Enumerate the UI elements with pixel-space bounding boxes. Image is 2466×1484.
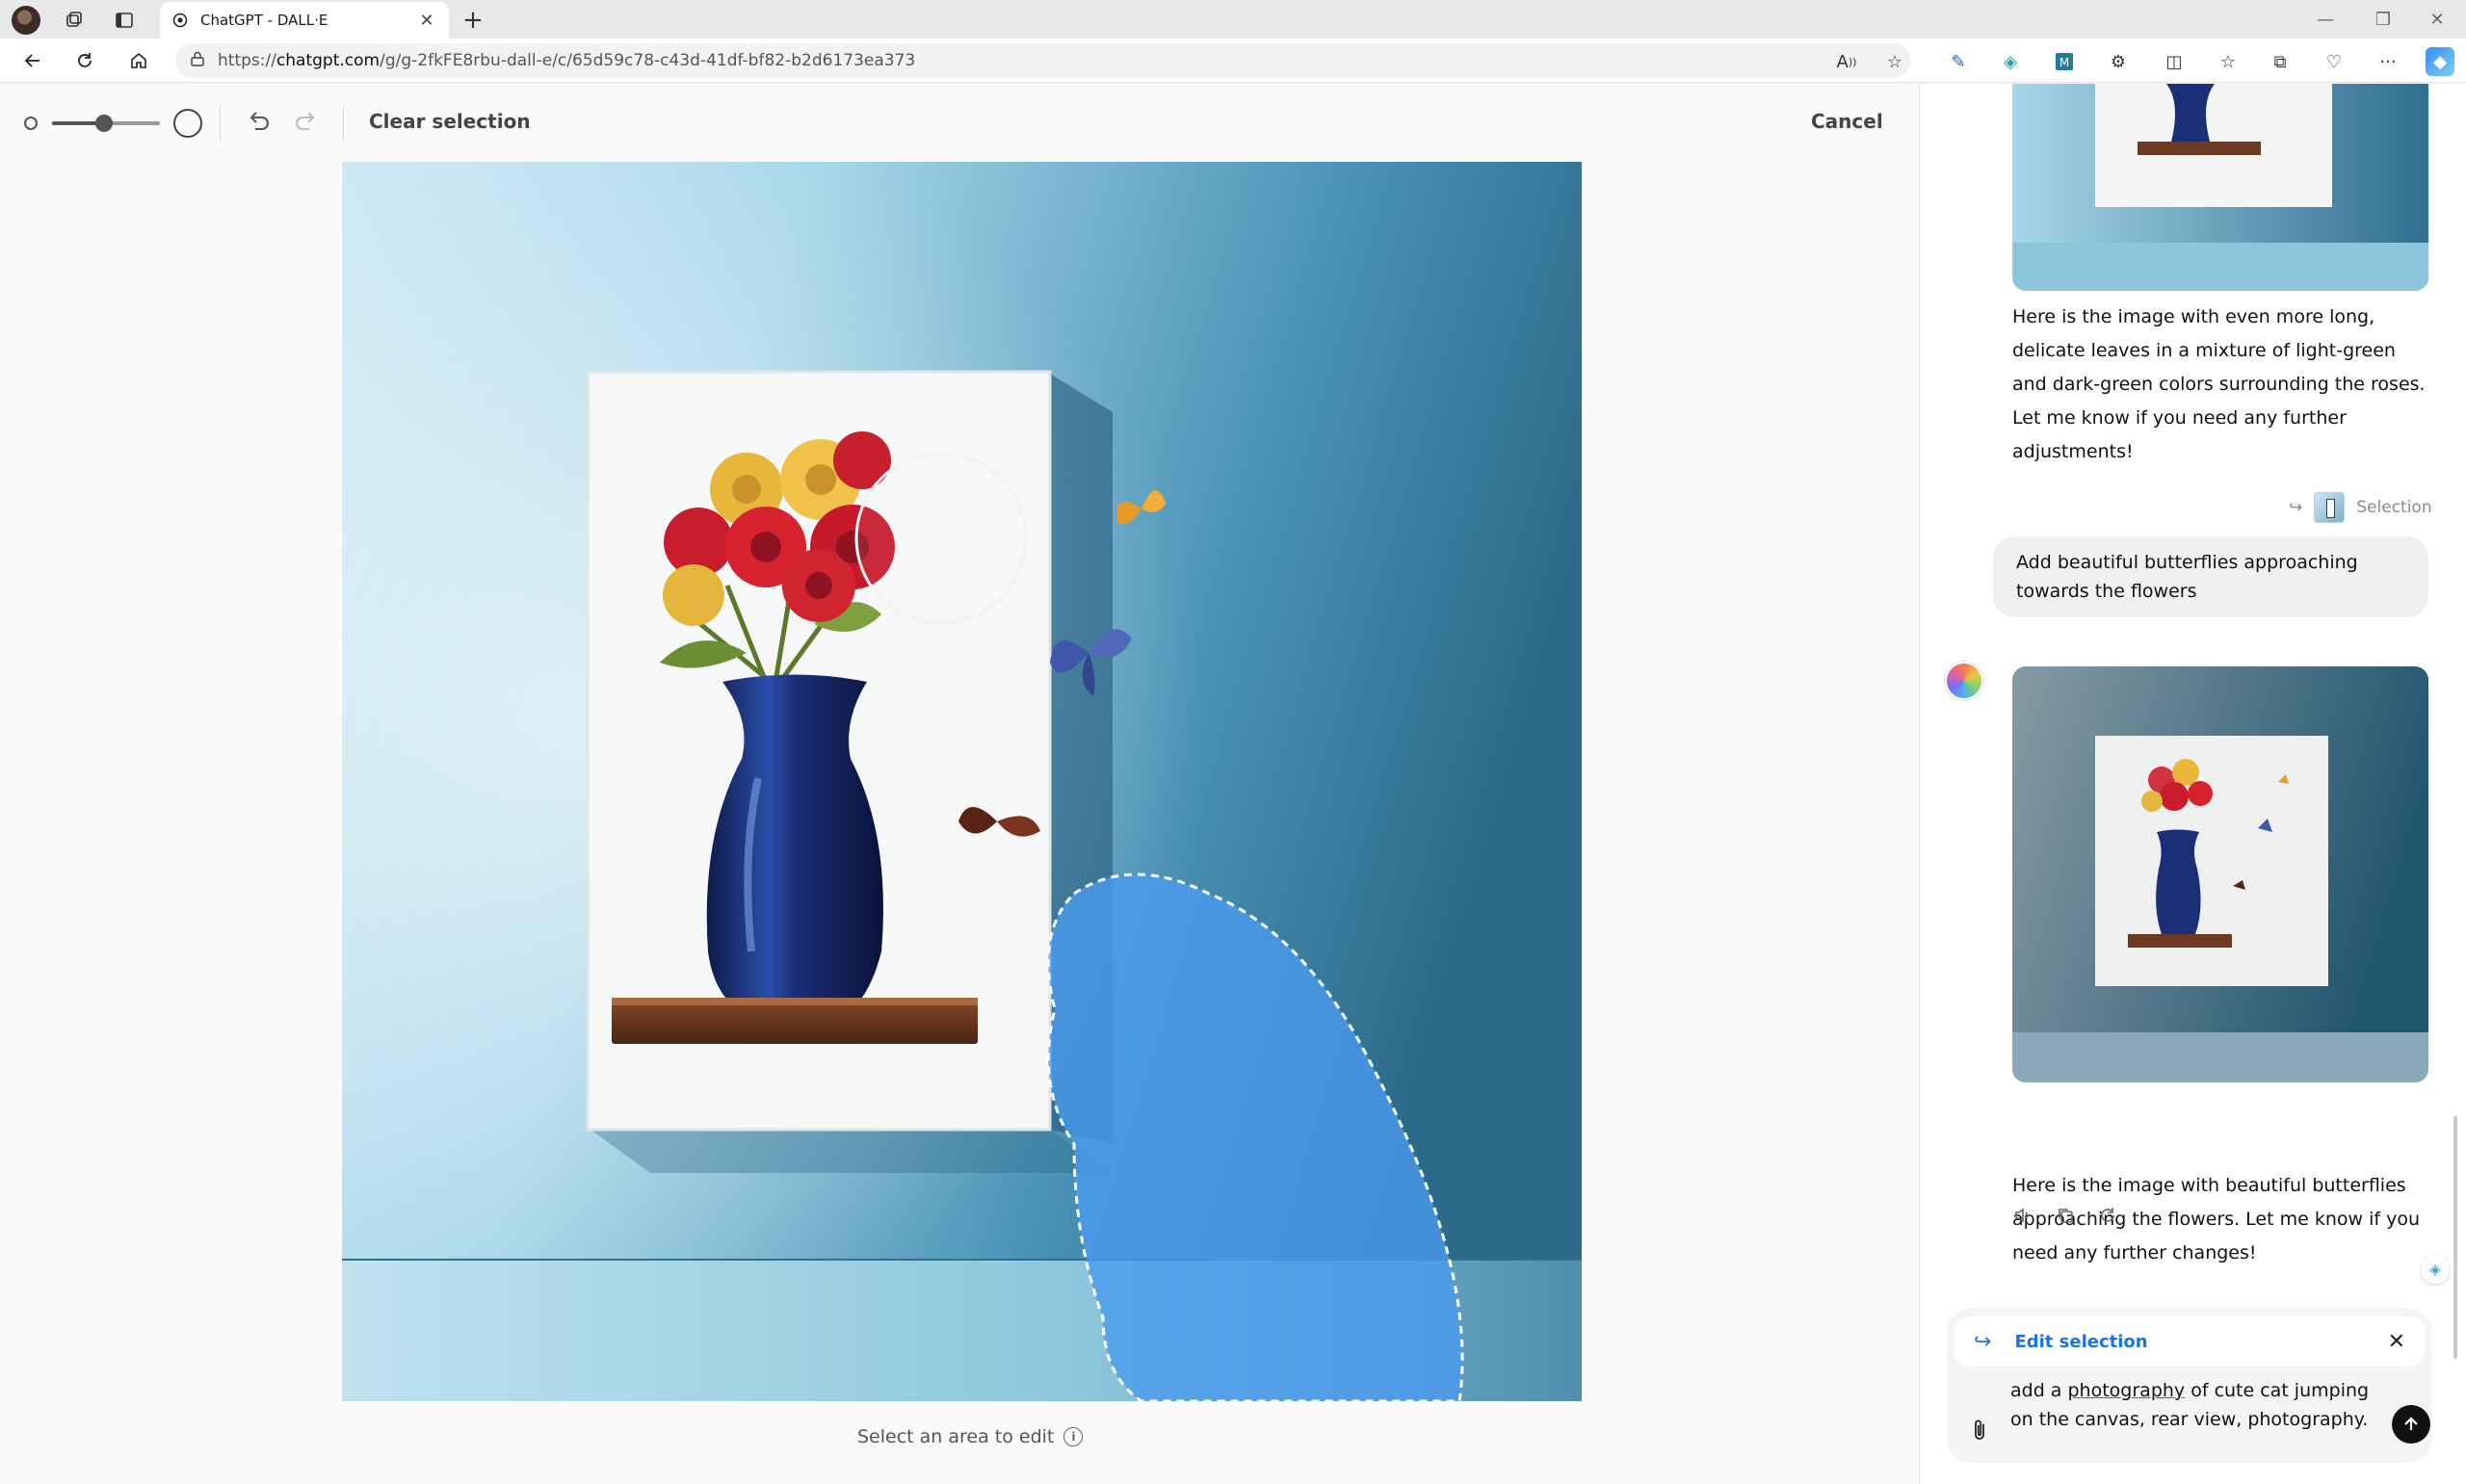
health-icon[interactable]: ♡ [2320,47,2348,76]
clear-selection-button[interactable]: Clear selection [369,110,531,133]
editor-hint: Select an area to edit i [857,1426,1084,1447]
send-button[interactable] [2392,1405,2430,1444]
hint-text: Select an area to edit [857,1426,1055,1447]
favorite-star-icon[interactable]: ☆ [1880,47,1909,76]
image-editor: Clear selection Cancel Select an area to… [0,84,1919,1484]
reply-arrow-icon: ↪ [1974,1329,1992,1354]
close-window-icon[interactable]: ✕ [2408,2,2466,37]
profile-avatar[interactable] [12,6,40,35]
reply-arrow-icon: ↪ [2289,498,2303,517]
assistant-message-text: Here is the image with even more long, d… [2012,306,2426,462]
toolbar-divider [343,105,344,142]
read-aloud-icon[interactable]: A)) [1832,47,1861,76]
sidebar-helper-icon[interactable]: ◈ [2421,1255,2450,1284]
close-edit-selection-icon[interactable]: ✕ [2388,1330,2405,1354]
url-prefix: https:// [218,51,276,70]
reload-icon[interactable] [69,46,100,75]
split-screen-icon[interactable]: ◫ [2160,47,2189,76]
tab-actions-icon[interactable] [110,6,139,35]
lock-icon [191,51,204,71]
url-path: /g/g-2fkFE8rbu-dall-e/c/65d59c78-c43d-41… [380,51,916,70]
chatgpt-favicon-icon [171,12,189,29]
selection-label: Selection [2356,498,2432,517]
tab-close-icon[interactable]: ✕ [416,11,437,31]
workspaces-icon[interactable] [60,6,89,35]
speaker-icon[interactable] [2012,1205,2033,1226]
prompt-text-flagged-word: photography [2067,1380,2186,1401]
svg-text:M: M [2059,56,2069,69]
edit-selection-label: Edit selection [2014,1331,2148,1352]
brush-size-knob[interactable] [94,115,113,132]
url-host: chatgpt.com [275,51,380,70]
browser-navbar: https://chatgpt.com/g/g-2fkFE8rbu-dall-e… [0,39,2466,83]
minimize-icon[interactable]: — [2296,2,2354,37]
cancel-button[interactable]: Cancel [1811,110,1883,133]
arrow-up-icon [2404,1417,2418,1430]
prompt-input[interactable]: add a photography of cute cat jumping on… [2010,1376,2388,1434]
extension-cube-icon[interactable]: ◈ [1996,47,2025,76]
info-icon[interactable]: i [1063,1427,1084,1446]
undo-icon[interactable] [241,105,275,140]
favorites-icon[interactable]: ☆ [2214,47,2243,76]
tab-title: ChatGPT - DALL·E [200,12,328,29]
address-bar[interactable]: https://chatgpt.com/g/g-2fkFE8rbu-dall-e… [175,43,1911,78]
chat-scrollbar[interactable] [2452,84,2459,1484]
toolbar-divider [220,105,221,142]
home-icon[interactable] [123,46,154,75]
editable-image-canvas[interactable] [342,162,1582,1401]
edit-selection-header: ↪ Edit selection ✕ [1954,1316,2425,1367]
message-composer: ↪ Edit selection ✕ add a photography of … [1947,1309,2432,1463]
copy-icon[interactable] [2055,1205,2076,1226]
extensions-icon[interactable]: ⚙ [2104,47,2133,76]
collections-icon[interactable]: ⧉ [2266,47,2295,76]
dalle-avatar [1945,662,1983,700]
attach-file-icon[interactable] [1968,1417,1991,1444]
regenerate-icon[interactable] [2097,1205,2118,1226]
brush-large-icon[interactable] [173,109,202,138]
prompt-text-start: add a [2010,1380,2068,1401]
selection-reference: ↪ Selection [2289,492,2432,523]
selection-thumbnail-icon [2314,492,2346,523]
browser-titlebar: ChatGPT - DALL·E ✕ + — ❐ ✕ [0,0,2466,39]
message-actions [2012,1205,2118,1226]
back-icon[interactable] [17,46,48,75]
extension-pen-icon[interactable]: ✎ [1944,47,1973,76]
generated-image-thumbnail[interactable] [2012,666,2428,1082]
chat-panel: Here is the image with even more long, d… [1919,84,2466,1484]
redo-icon[interactable] [289,105,324,140]
new-tab-button[interactable]: + [457,4,489,37]
tab-chatgpt[interactable]: ChatGPT - DALL·E ✕ [160,2,449,39]
more-options-icon[interactable]: ··· [2374,47,2402,76]
brush-small-icon[interactable] [24,117,38,130]
scroll-thumb[interactable] [2453,1116,2457,1359]
brush-size-slider[interactable] [52,115,160,132]
copilot-icon[interactable]: ◆ [2426,47,2454,76]
user-message: Add beautiful butterflies approaching to… [1993,536,2428,617]
extension-grid-icon[interactable]: M [2050,47,2079,76]
editor-toolbar: Clear selection Cancel [0,84,1919,163]
generated-image-thumbnail[interactable] [2012,84,2428,291]
restore-icon[interactable]: ❐ [2354,2,2412,37]
